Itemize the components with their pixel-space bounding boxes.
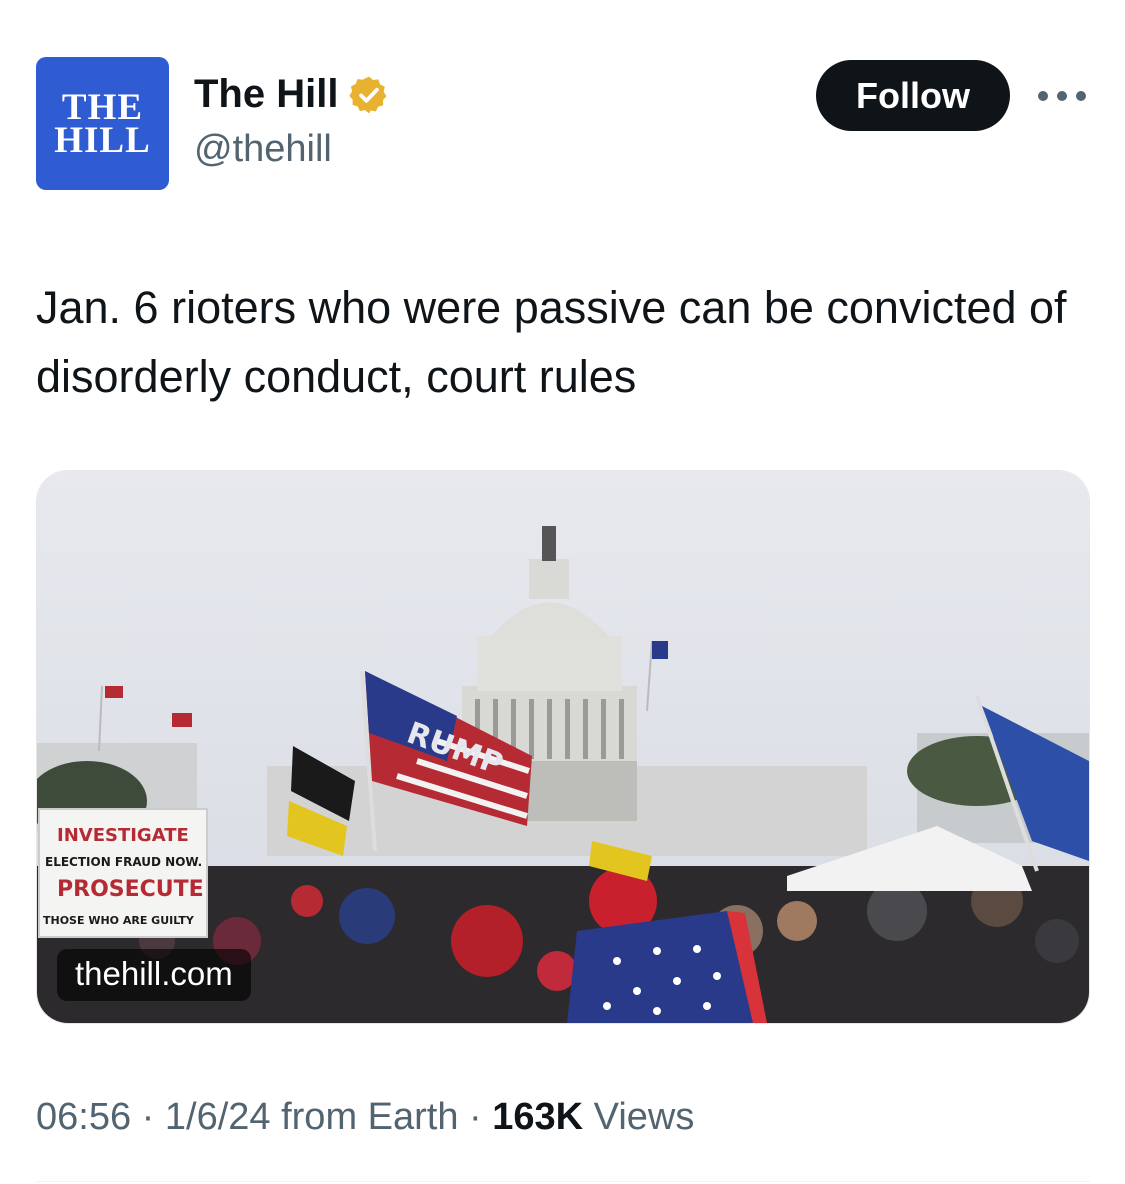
account-handle[interactable]: @thehill — [194, 128, 332, 171]
verified-badge-icon — [349, 76, 387, 113]
more-options-icon[interactable] — [1038, 86, 1086, 106]
separator-dot: · — [141, 1096, 165, 1138]
account-avatar[interactable]: THE HILL — [36, 57, 169, 190]
avatar-logo-line2: HILL — [54, 119, 151, 161]
sign-line-3: PROSECUTE — [57, 877, 204, 902]
account-name-row[interactable]: The Hill — [194, 72, 390, 117]
divider — [36, 1181, 1090, 1182]
follow-button[interactable]: Follow — [816, 60, 1010, 131]
views-label: Views — [593, 1096, 695, 1138]
more-dot — [1076, 91, 1086, 101]
more-dot — [1038, 91, 1048, 101]
link-domain-label[interactable]: thehill.com — [57, 949, 251, 1001]
separator-dot: · — [469, 1096, 493, 1138]
views-count: 163K — [492, 1096, 584, 1138]
tweet-time[interactable]: 06:56 — [36, 1096, 131, 1138]
capitol-crowd-photo: RUMP INVESTIGATE ELECTION FRAUD NOW. PRO… — [37, 471, 1089, 1023]
tweet-meta: 06:56 · 1/6/24 from Earth · 163K Views — [36, 1096, 694, 1139]
tweet-media-card[interactable]: RUMP INVESTIGATE ELECTION FRAUD NOW. PRO… — [36, 470, 1090, 1024]
tweet-source: from Earth — [281, 1096, 459, 1138]
display-name[interactable]: The Hill — [194, 72, 338, 117]
tweet-text: Jan. 6 rioters who were passive can be c… — [36, 282, 1067, 402]
more-dot — [1057, 91, 1067, 101]
sign-line-2: ELECTION FRAUD NOW. — [45, 855, 202, 869]
tweet-date[interactable]: 1/6/24 — [165, 1096, 271, 1138]
sign-line-1: INVESTIGATE — [57, 825, 189, 846]
avatar-logo-line1: THE — [61, 86, 144, 128]
sign-line-4: THOSE WHO ARE GUILTY — [43, 914, 195, 927]
